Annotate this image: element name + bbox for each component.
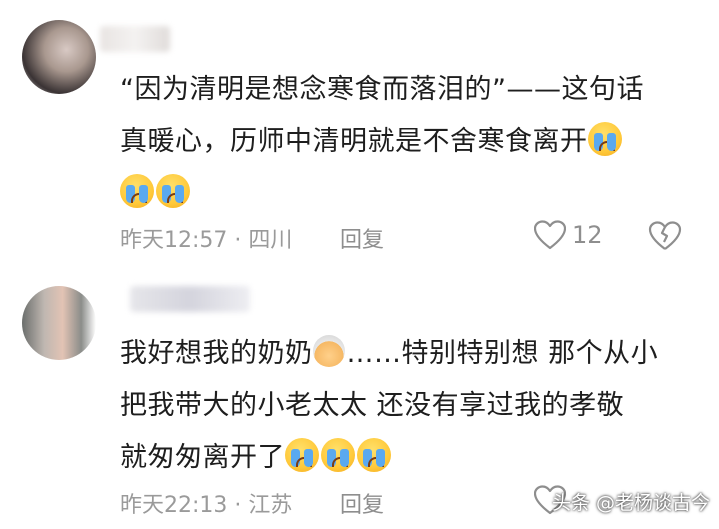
crying-emoji-icon — [285, 438, 319, 472]
comment-text: “因为清明是想念寒食而落泪的”——这句话 真暖心，历师中清明就是不舍寒食离开 — [120, 64, 700, 220]
comment-meta: 昨天22:13 · 江苏 — [120, 487, 292, 519]
dislike-button[interactable] — [648, 221, 682, 255]
timestamp: 昨天22:13 — [120, 493, 228, 518]
like-button[interactable]: 12 — [534, 220, 603, 250]
timestamp: 昨天12:57 — [120, 228, 228, 253]
comment-line: 我好想我的奶奶 — [120, 338, 313, 369]
broken-heart-icon — [648, 221, 682, 250]
comment-line: 把我带大的小老太太 还没有享过我的孝敬 — [120, 390, 625, 421]
crying-emoji-icon — [587, 122, 622, 156]
comment-line: 就匆匆离开了 — [120, 442, 285, 473]
reply-button[interactable]: 回复 — [340, 487, 384, 519]
avatar[interactable] — [22, 20, 96, 94]
watermark: 头条 @老杨谈古今 — [552, 492, 711, 514]
meta-separator: · — [234, 493, 242, 518]
avatar[interactable] — [22, 286, 96, 360]
comment-line: 真暖心，历师中清明就是不舍寒食离开 — [120, 126, 588, 157]
username-blurred[interactable] — [130, 286, 250, 312]
heart-icon — [534, 220, 566, 250]
username-blurred[interactable] — [100, 26, 170, 52]
comment-line: “因为清明是想念寒食而落泪的”——这句话 — [120, 74, 644, 105]
meta-separator: · — [234, 228, 242, 253]
crying-emoji-icon — [120, 174, 154, 208]
grandmother-emoji-icon — [312, 335, 345, 367]
location: 四川 — [248, 228, 293, 253]
location: 江苏 — [248, 493, 293, 518]
reply-button[interactable]: 回复 — [340, 222, 384, 254]
crying-emoji-icon — [357, 438, 391, 472]
crying-emoji-icon — [156, 174, 190, 208]
comment-line: ……特别特别想 那个从小 — [346, 338, 659, 369]
crying-emoji-icon — [321, 438, 355, 472]
comment-text: 我好想我的奶奶 ……特别特别想 那个从小 把我带大的小老太太 还没有享过我的孝敬 … — [120, 328, 700, 484]
comment-meta: 昨天12:57 · 四川 — [120, 222, 292, 254]
like-count: 12 — [572, 221, 603, 249]
